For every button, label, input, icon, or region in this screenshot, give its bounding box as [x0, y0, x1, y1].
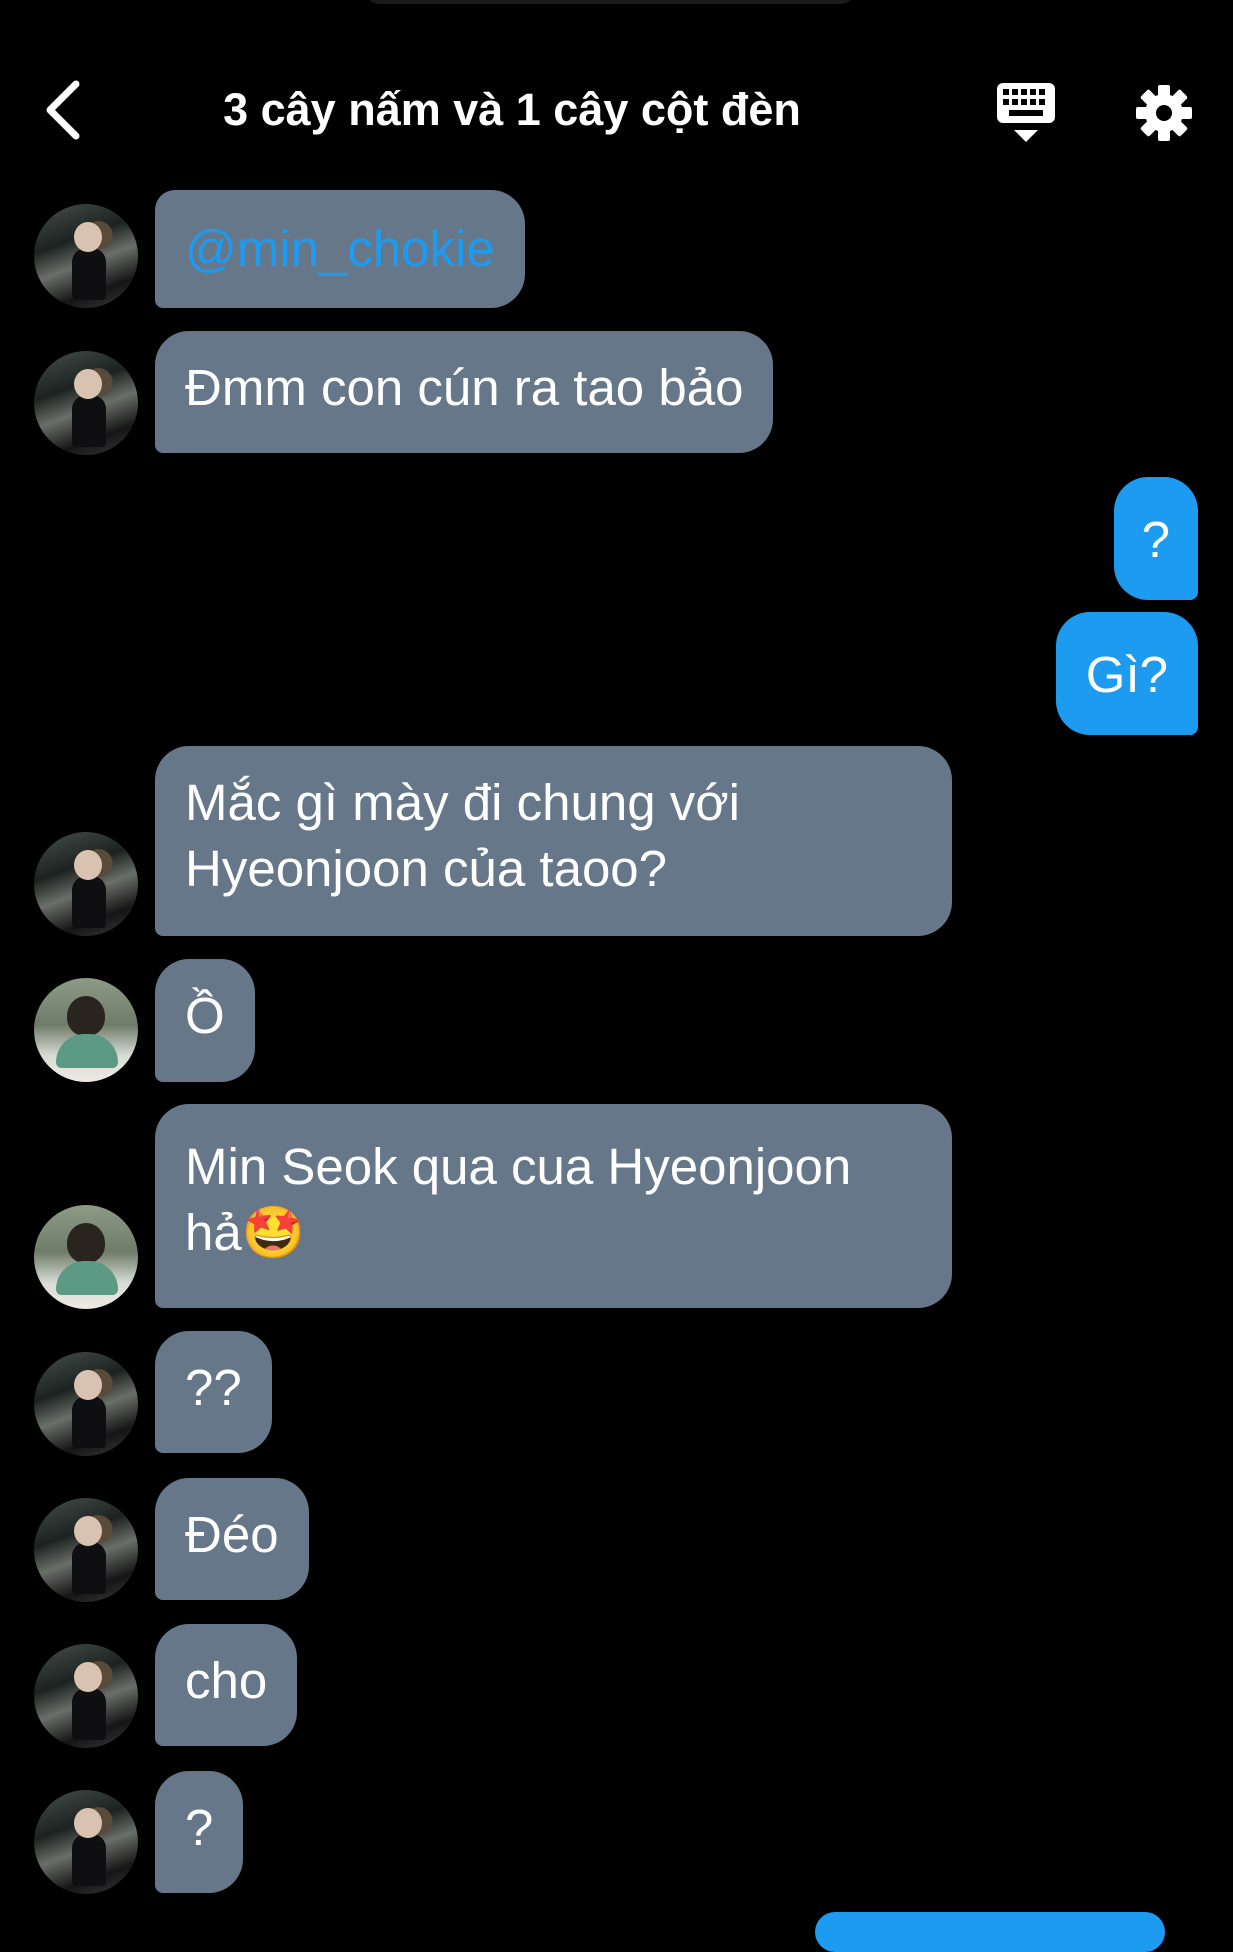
- message-bubble-incoming[interactable]: Ồ: [155, 959, 255, 1082]
- message-text: cho: [185, 1652, 268, 1709]
- message-bubble-incoming[interactable]: ?: [155, 1771, 244, 1893]
- avatar[interactable]: [34, 1498, 138, 1602]
- message-text: ?: [1141, 511, 1170, 568]
- message-text-line: Hyeonjoon của taoo?: [185, 840, 668, 897]
- message-bubble-outgoing[interactable]: ?: [1113, 477, 1198, 600]
- avatar[interactable]: [34, 832, 138, 936]
- message-text: Gì?: [1085, 646, 1168, 703]
- chevron-left-icon: [46, 80, 80, 140]
- message-bubble-incoming[interactable]: ??: [155, 1331, 272, 1453]
- avatar[interactable]: [34, 204, 138, 308]
- message-bubble-incoming[interactable]: @min_chokie: [155, 190, 525, 308]
- avatar[interactable]: [34, 1352, 138, 1456]
- message-bubble-incoming[interactable]: Min Seok qua cua Hyeonjoon hả🤩: [155, 1104, 952, 1308]
- avatar[interactable]: [34, 351, 138, 455]
- message-bubble-incoming[interactable]: cho: [155, 1624, 298, 1746]
- message-text: ?: [185, 1799, 214, 1856]
- message-bubble-incoming[interactable]: Đmm con cún ra tao bảo: [155, 331, 774, 453]
- back-button[interactable]: [38, 80, 94, 140]
- message-text: ??: [185, 1359, 242, 1416]
- gear-icon: [1136, 85, 1192, 141]
- avatar[interactable]: [34, 1790, 138, 1894]
- settings-button[interactable]: [1134, 83, 1194, 143]
- message-text: Đmm con cún ra tao bảo: [185, 359, 744, 416]
- message-text-line: Min Seok qua cua Hyeonjoon: [185, 1138, 852, 1195]
- avatar[interactable]: [34, 1205, 138, 1309]
- avatar[interactable]: [34, 1644, 138, 1748]
- avatar[interactable]: [34, 978, 138, 1082]
- keyboard-icon: [997, 83, 1055, 142]
- conversation-header: 3 cây nấm và 1 cây cột đèn: [0, 0, 1233, 190]
- mention-link[interactable]: @min_chokie: [185, 220, 495, 277]
- message-text-line: hả🤩: [185, 1204, 306, 1261]
- message-text: Đéo: [185, 1506, 279, 1563]
- message-text-line: Mắc gì mày đi chung với: [185, 774, 740, 831]
- conversation-title[interactable]: 3 cây nấm và 1 cây cột đèn: [150, 82, 874, 138]
- message-bubble-outgoing[interactable]: Gì?: [1055, 612, 1198, 735]
- message-bubble-outgoing-partial[interactable]: [815, 1912, 1165, 1952]
- message-bubble-incoming[interactable]: Mắc gì mày đi chung với Hyeonjoon của ta…: [155, 746, 952, 936]
- message-bubble-incoming[interactable]: Đéo: [155, 1478, 309, 1600]
- message-text: Ồ: [185, 987, 225, 1044]
- keyboard-button[interactable]: [995, 80, 1057, 146]
